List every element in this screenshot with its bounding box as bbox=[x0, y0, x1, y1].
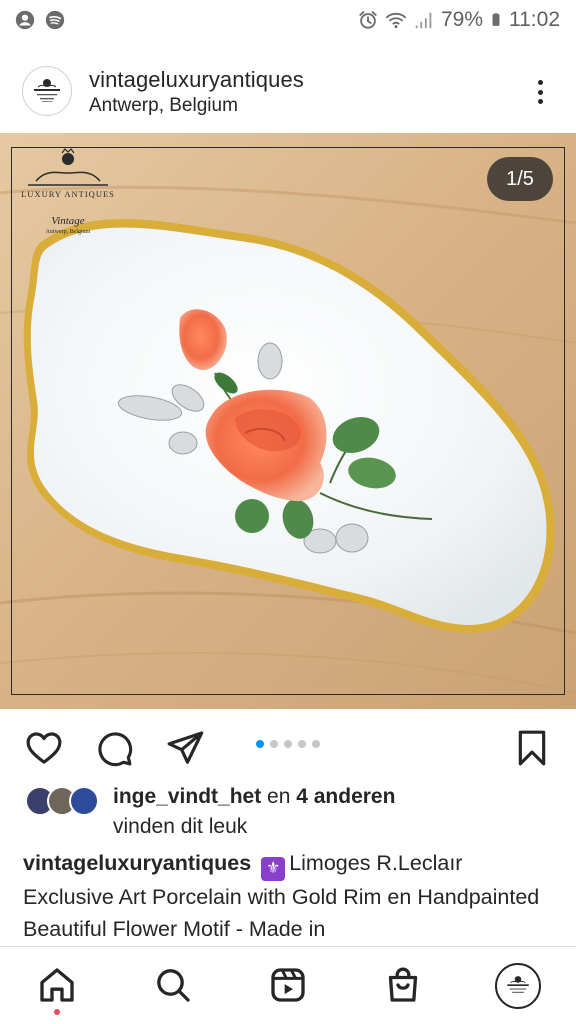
spotify-icon bbox=[45, 10, 65, 30]
caption-username[interactable]: vintageluxuryantiques bbox=[23, 851, 251, 875]
battery-percent: 79% bbox=[440, 8, 483, 31]
carousel-dot bbox=[298, 740, 306, 748]
heart-icon bbox=[26, 732, 62, 764]
watermark-line2: Vintage bbox=[51, 215, 85, 227]
nav-reels[interactable] bbox=[266, 963, 310, 1007]
comment-button[interactable] bbox=[94, 728, 134, 768]
fleur-de-lis-emoji-icon: ⚜ bbox=[261, 857, 286, 881]
account-avatar[interactable] bbox=[22, 66, 72, 116]
crown-emblem-icon bbox=[28, 148, 108, 186]
like-button[interactable] bbox=[24, 728, 64, 768]
status-right: 79% 11:02 bbox=[357, 8, 560, 32]
carousel-dot bbox=[284, 740, 292, 748]
watermark-line1: Luxury Antiques bbox=[21, 189, 115, 199]
home-icon bbox=[40, 968, 74, 1002]
nav-shop[interactable] bbox=[381, 963, 425, 1007]
liker-avatar bbox=[69, 786, 99, 816]
likes-connector: en bbox=[261, 785, 297, 808]
brand-logo-icon bbox=[507, 976, 529, 993]
save-button[interactable] bbox=[512, 728, 552, 768]
more-dot-icon bbox=[537, 99, 543, 104]
carousel-indicator bbox=[256, 740, 320, 748]
signal-icon bbox=[415, 12, 432, 29]
more-dot-icon bbox=[537, 80, 543, 85]
carousel-dot bbox=[270, 740, 278, 748]
likes-text: inge_vindt_het en 4 anderen bbox=[113, 785, 395, 809]
notification-dot bbox=[54, 1009, 60, 1015]
bottom-navigation bbox=[0, 946, 576, 1024]
post-photo[interactable]: Luxury Antiques Vintage Antwerp, Belgium… bbox=[0, 133, 576, 709]
post-header: vintageluxuryantiques Antwerp, Belgium bbox=[0, 52, 576, 132]
comment-icon bbox=[98, 732, 133, 767]
alarm-icon bbox=[359, 11, 377, 29]
status-bar: 79% 11:02 bbox=[0, 0, 576, 40]
profile-avatar bbox=[495, 963, 541, 1009]
more-dot-icon bbox=[537, 89, 543, 95]
likes-others[interactable]: 4 anderen bbox=[296, 785, 395, 808]
image-counter: 1/5 bbox=[487, 157, 553, 201]
account-circle-icon bbox=[15, 10, 35, 30]
status-left bbox=[14, 9, 66, 31]
wifi-icon bbox=[385, 12, 407, 29]
post-caption: vintageluxuryantiques ⚜ Limoges R.Leclaır… bbox=[23, 847, 559, 943]
nav-search[interactable] bbox=[151, 963, 195, 1007]
liker-avatars bbox=[25, 786, 101, 816]
likes-suffix: vinden dit leuk bbox=[113, 815, 248, 838]
account-location[interactable]: Antwerp, Belgium bbox=[89, 95, 238, 117]
watermark: Luxury Antiques Vintage Antwerp, Belgium bbox=[16, 147, 120, 239]
send-icon bbox=[167, 731, 204, 764]
battery-icon bbox=[492, 13, 500, 26]
more-options-button[interactable] bbox=[526, 76, 554, 108]
share-button[interactable] bbox=[165, 728, 205, 768]
reels-icon bbox=[271, 968, 305, 1002]
brand-logo-icon bbox=[34, 79, 60, 102]
nav-profile[interactable] bbox=[494, 962, 542, 1010]
clock: 11:02 bbox=[509, 8, 560, 31]
post-actions bbox=[0, 722, 576, 770]
search-icon bbox=[157, 969, 190, 1002]
liker-username[interactable]: inge_vindt_het bbox=[113, 785, 261, 808]
watermark-line3: Antwerp, Belgium bbox=[45, 229, 91, 235]
carousel-dot bbox=[256, 740, 264, 748]
bookmark-icon bbox=[518, 730, 546, 766]
likes-summary[interactable]: inge_vindt_het en 4 anderen vinden dit l… bbox=[0, 783, 576, 843]
carousel-dot bbox=[312, 740, 320, 748]
account-name[interactable]: vintageluxuryantiques bbox=[89, 67, 304, 93]
shopping-bag-icon bbox=[388, 967, 418, 1002]
nav-home[interactable] bbox=[35, 963, 79, 1007]
